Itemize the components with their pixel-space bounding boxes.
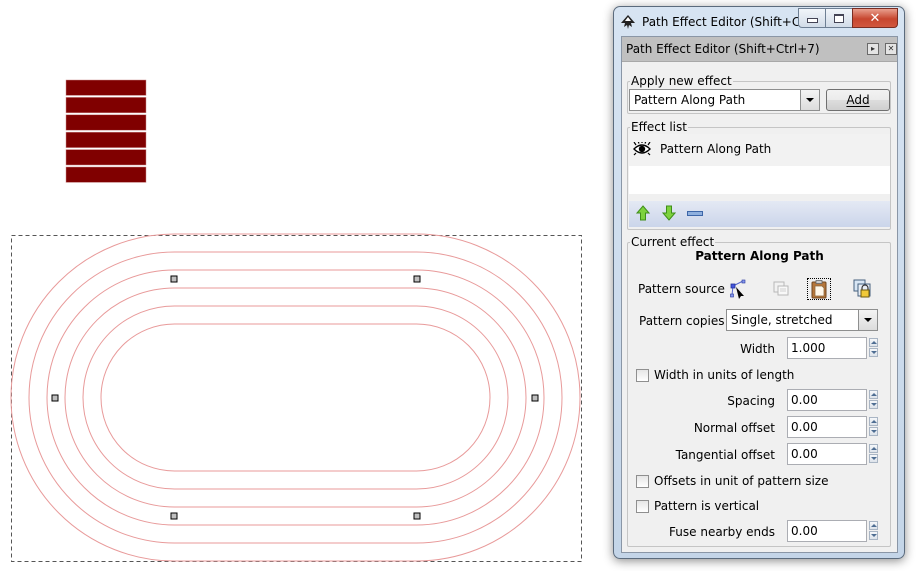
pattern-vertical-checkbox[interactable] [636, 500, 649, 513]
current-effect-name: Pattern Along Path [695, 249, 824, 263]
normal-offset-input[interactable]: 0.00 [787, 416, 867, 438]
minimize-icon [806, 18, 818, 23]
add-effect-button[interactable]: Add [826, 89, 890, 111]
width-input[interactable]: 1.000 [787, 337, 867, 359]
minimize-button[interactable] [798, 8, 826, 28]
path-node-handle[interactable] [170, 275, 178, 283]
normal-offset-spinbox[interactable]: 0.00 [787, 416, 878, 438]
spin-up-icon[interactable] [869, 390, 878, 399]
copy-button[interactable] [768, 277, 794, 301]
width-in-units-label: Width in units of length [654, 368, 795, 382]
width-in-units-checkbox[interactable] [636, 369, 649, 382]
arrow-up-icon[interactable] [636, 205, 650, 221]
effect-list[interactable]: Pattern Along Path [629, 134, 890, 194]
path-effect-editor-window: Path Effect Editor (Shift+Ct... ✕ Path E… [613, 6, 905, 559]
pattern-bar [65, 149, 147, 166]
pattern-source-label: Pattern source [638, 282, 725, 296]
offset-path[interactable] [28, 251, 563, 544]
dock-header: Path Effect Editor (Shift+Ctrl+7) ▸ ✕ [622, 37, 897, 62]
chevron-down-icon[interactable] [800, 90, 819, 110]
spin-down-icon[interactable] [869, 348, 878, 357]
maximize-icon [834, 13, 844, 23]
tangential-offset-spinbox[interactable]: 0.00 [787, 443, 878, 465]
pattern-bar [65, 114, 147, 131]
pattern-bar [65, 131, 147, 148]
offset-paths-group[interactable] [10, 233, 581, 562]
pattern-copies-label: Pattern copies [639, 314, 725, 328]
offset-path[interactable] [82, 305, 509, 490]
offset-path[interactable] [46, 269, 545, 526]
effect-type-value: Pattern Along Path [634, 93, 746, 107]
dialog-client-area: Path Effect Editor (Shift+Ctrl+7) ▸ ✕ Ap… [621, 36, 898, 553]
pattern-copies-value: Single, stretched [731, 313, 833, 327]
effect-list-item[interactable]: Pattern Along Path [629, 134, 890, 166]
link-lock-icon [853, 279, 871, 298]
pattern-bar [65, 97, 147, 114]
remove-icon[interactable] [687, 211, 703, 217]
add-button-label: Add [846, 93, 870, 107]
width-label: Width [740, 342, 775, 356]
path-node-handle[interactable] [51, 394, 59, 402]
offset-path[interactable] [10, 233, 581, 562]
window-titlebar[interactable]: Path Effect Editor (Shift+Ct... ✕ [614, 7, 904, 35]
edit-on-canvas-button[interactable] [726, 277, 752, 301]
spacing-spinbox[interactable]: 0.00 [787, 389, 878, 411]
dock-title: Path Effect Editor (Shift+Ctrl+7) [626, 42, 820, 56]
spacing-label: Spacing [727, 394, 775, 408]
pattern-bar [65, 79, 147, 96]
pattern-bar [65, 166, 147, 183]
paste-button[interactable] [806, 277, 832, 301]
spin-up-icon[interactable] [869, 444, 878, 453]
node-edit-icon [730, 279, 746, 299]
window-title: Path Effect Editor (Shift+Ct... [642, 15, 817, 29]
pattern-copies-dropdown[interactable]: Single, stretched [726, 309, 878, 331]
path-nodes[interactable] [51, 275, 539, 520]
normal-offset-label: Normal offset [693, 421, 775, 435]
inkscape-logo-icon [621, 15, 635, 29]
fuse-nearby-ends-spinbox[interactable]: 0.00 [787, 520, 878, 542]
effect-type-dropdown[interactable]: Pattern Along Path [629, 89, 820, 111]
current-effect-legend: Current effect [631, 235, 715, 249]
close-icon: ✕ [869, 10, 881, 26]
selection-bbox [11, 235, 582, 562]
tangential-offset-label: Tangential offset [675, 448, 775, 462]
spin-up-icon[interactable] [869, 417, 878, 426]
tangential-offset-input[interactable]: 0.00 [787, 443, 867, 465]
effect-list-item-label: Pattern Along Path [660, 142, 772, 156]
dock-float-icon[interactable]: ▸ [867, 43, 879, 55]
spin-up-icon[interactable] [869, 521, 878, 530]
offset-path[interactable] [64, 287, 527, 508]
spacing-input[interactable]: 0.00 [787, 389, 867, 411]
pattern-vertical-label: Pattern is vertical [654, 499, 760, 513]
fuse-nearby-ends-label: Fuse nearby ends [669, 525, 775, 539]
spin-down-icon[interactable] [869, 427, 878, 436]
paste-icon [811, 280, 827, 299]
close-button[interactable]: ✕ [852, 8, 898, 28]
fuse-nearby-ends-input[interactable]: 0.00 [787, 520, 867, 542]
dock-close-icon[interactable]: ✕ [885, 43, 897, 55]
width-spinbox[interactable]: 1.000 [787, 337, 878, 359]
maximize-button[interactable] [825, 8, 853, 28]
arrow-down-icon[interactable] [662, 205, 676, 221]
effect-list-legend: Effect list [631, 120, 687, 134]
path-node-handle[interactable] [413, 512, 421, 520]
path-node-handle[interactable] [531, 394, 539, 402]
spin-down-icon[interactable] [869, 531, 878, 540]
chevron-down-icon[interactable] [858, 310, 877, 330]
spin-down-icon[interactable] [869, 454, 878, 463]
offsets-in-unit-label: Offsets in unit of pattern size [654, 474, 829, 488]
link-to-path-button[interactable] [850, 277, 876, 301]
effect-list-toolbar [629, 201, 890, 227]
eye-visibility-icon[interactable] [633, 142, 651, 156]
pattern-object[interactable] [65, 79, 147, 183]
offset-path[interactable] [100, 323, 491, 472]
spin-up-icon[interactable] [869, 338, 878, 347]
copy-icon [773, 281, 789, 296]
offsets-in-unit-checkbox[interactable] [636, 475, 649, 488]
path-node-handle[interactable] [170, 512, 178, 520]
spin-down-icon[interactable] [869, 400, 878, 409]
apply-new-effect-legend: Apply new effect [631, 74, 732, 88]
path-node-handle[interactable] [413, 275, 421, 283]
